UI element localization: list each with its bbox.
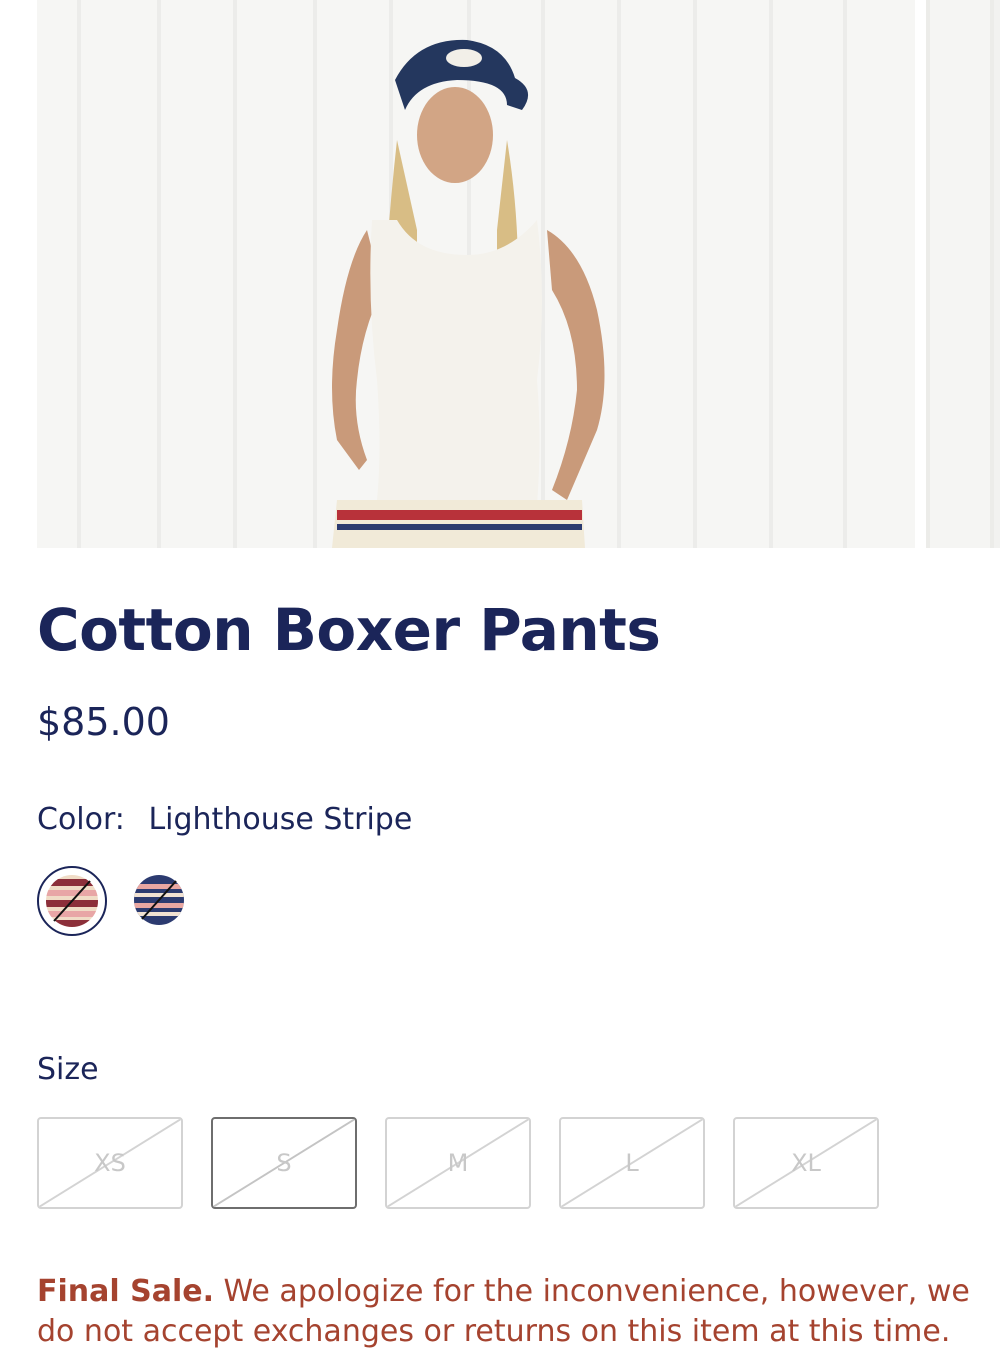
product-title: Cotton Boxer Pants — [37, 596, 661, 664]
product-photo-next[interactable] — [926, 0, 1000, 548]
color-selection-label: Color: Lighthouse Stripe — [37, 802, 412, 837]
size-option-label: S — [276, 1149, 292, 1177]
selected-color-name: Lighthouse Stripe — [148, 802, 413, 837]
color-label: Color: — [37, 802, 125, 837]
product-photo-main[interactable] — [37, 0, 915, 548]
size-option-label: XS — [94, 1149, 126, 1177]
product-price: $85.00 — [37, 700, 170, 744]
color-swatch-lighthouse-stripe[interactable] — [37, 866, 107, 936]
size-option-l[interactable]: L — [559, 1117, 705, 1209]
final-sale-lead: Final Sale. — [37, 1274, 214, 1309]
product-image-gallery[interactable] — [0, 0, 1000, 548]
size-option-xl[interactable]: XL — [733, 1117, 879, 1209]
size-option-s[interactable]: S — [211, 1117, 357, 1209]
color-swatch-navy-stripe[interactable] — [134, 875, 184, 925]
size-option-label: M — [447, 1149, 469, 1177]
final-sale-notice: Final Sale. We apologize for the inconve… — [37, 1272, 977, 1352]
size-option-m[interactable]: M — [385, 1117, 531, 1209]
size-option-xs[interactable]: XS — [37, 1117, 183, 1209]
size-options: XS S M L XL — [37, 1117, 897, 1211]
size-option-label: L — [625, 1149, 639, 1177]
size-label: Size — [37, 1052, 99, 1087]
size-option-label: XL — [791, 1149, 821, 1177]
